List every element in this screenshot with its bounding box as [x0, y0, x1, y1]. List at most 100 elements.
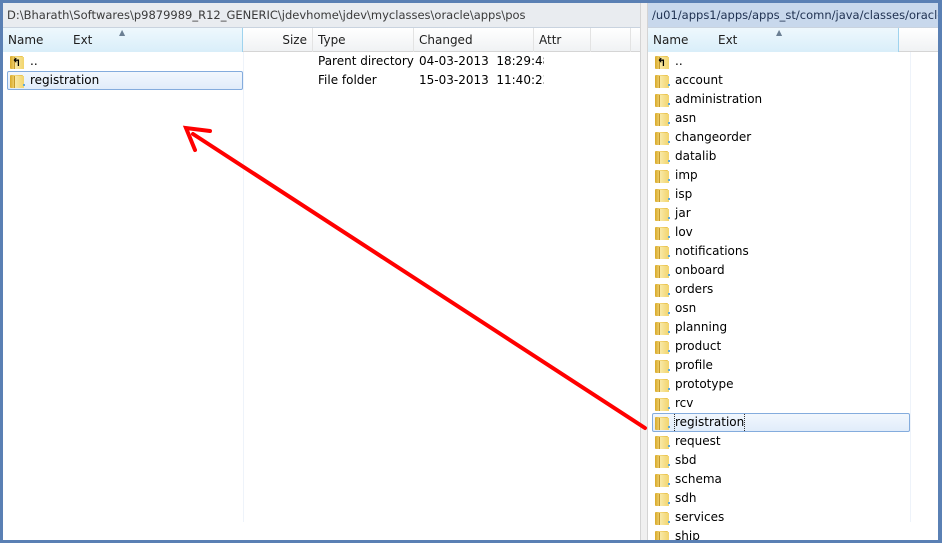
column-ext-label[interactable]: Ext — [73, 28, 92, 52]
list-item-registration[interactable]: registration File folder 15-03-2013 11:4… — [3, 71, 640, 90]
folder-icon — [654, 282, 670, 298]
file-name: rcv — [675, 396, 694, 410]
file-name: schema — [675, 472, 722, 486]
file-name: .. — [30, 54, 38, 68]
file-name: jar — [675, 206, 691, 220]
file-size — [243, 52, 313, 71]
file-name: .. — [675, 54, 683, 68]
list-item-product[interactable]: product — [648, 337, 938, 356]
remote-file-list[interactable]: ↰.. account administration asn changeorder da… — [648, 52, 938, 540]
remote-pane: /u01/apps1/apps/apps_st/comn/java/classe… — [648, 3, 938, 540]
list-item-parent[interactable]: ↰.. — [648, 52, 938, 71]
folder-icon — [654, 510, 670, 526]
remote-path-bar[interactable]: /u01/apps1/apps/apps_st/comn/java/classe… — [648, 3, 938, 28]
column-ext-label[interactable]: Ext — [718, 28, 737, 52]
list-item-prototype[interactable]: prototype — [648, 375, 938, 394]
file-name: sdh — [675, 491, 697, 505]
list-item-changeorder[interactable]: changeorder — [648, 128, 938, 147]
folder-icon — [654, 111, 670, 127]
file-name: prototype — [675, 377, 734, 391]
list-item-osn[interactable]: osn — [648, 299, 938, 318]
file-name: account — [675, 73, 723, 87]
folder-icon — [654, 339, 670, 355]
folder-icon — [654, 472, 670, 488]
list-item-sdh[interactable]: sdh — [648, 489, 938, 508]
list-item-jar[interactable]: jar — [648, 204, 938, 223]
folder-icon — [654, 358, 670, 374]
list-item-account[interactable]: account — [648, 71, 938, 90]
folder-icon — [654, 529, 670, 540]
folder-icon — [654, 453, 670, 469]
local-pane: D:\Bharath\Softwares\p9879989_R12_GENERI… — [3, 3, 640, 540]
list-item-lov[interactable]: lov — [648, 223, 938, 242]
column-filler — [591, 28, 631, 52]
file-name: ship — [675, 529, 700, 540]
list-item-services[interactable]: services — [648, 508, 938, 527]
file-name: osn — [675, 301, 697, 315]
folder-icon — [654, 149, 670, 165]
folder-icon — [654, 73, 670, 89]
folder-icon — [654, 415, 670, 431]
column-attr[interactable]: Attr — [534, 28, 591, 52]
file-type: Parent directory — [318, 54, 414, 68]
file-changed: 15-03-2013 11:40:23 — [419, 73, 544, 87]
list-item-isp[interactable]: isp — [648, 185, 938, 204]
folder-icon — [654, 491, 670, 507]
list-item-datalib[interactable]: datalib — [648, 147, 938, 166]
file-name: registration — [30, 73, 100, 87]
file-name: administration — [675, 92, 763, 106]
file-name: changeorder — [675, 130, 752, 144]
parent-folder-icon: ↰ — [9, 54, 25, 70]
list-item-profile[interactable]: profile — [648, 356, 938, 375]
list-item-sbd[interactable]: sbd — [648, 451, 938, 470]
list-item-request[interactable]: request — [648, 432, 938, 451]
file-size — [243, 71, 313, 90]
list-item-schema[interactable]: schema — [648, 470, 938, 489]
local-file-list[interactable]: ↰ .. Parent directory 04-03-2013 18:29:4… — [3, 52, 640, 522]
file-name: datalib — [675, 149, 717, 163]
file-changed: 04-03-2013 18:29:48 — [419, 54, 544, 68]
folder-icon — [654, 301, 670, 317]
pane-splitter[interactable] — [640, 3, 648, 540]
list-item-rcv[interactable]: rcv — [648, 394, 938, 413]
list-item-planning[interactable]: planning — [648, 318, 938, 337]
column-name-label: Name — [8, 33, 44, 47]
sort-ascending-icon: ▲ — [776, 28, 783, 37]
file-name: asn — [675, 111, 697, 125]
file-name: lov — [675, 225, 693, 239]
list-item-orders[interactable]: orders — [648, 280, 938, 299]
list-item-ship[interactable]: ship — [648, 527, 938, 540]
list-item-notifications[interactable]: notifications — [648, 242, 938, 261]
file-name: sbd — [675, 453, 697, 467]
folder-icon — [654, 92, 670, 108]
folder-icon — [654, 377, 670, 393]
file-name: imp — [675, 168, 698, 182]
list-item-registration[interactable]: registration — [648, 413, 938, 432]
column-separator — [243, 52, 244, 522]
sort-ascending-icon: ▲ — [119, 28, 126, 37]
column-name[interactable]: Name Ext ▲ — [648, 28, 900, 52]
list-item-imp[interactable]: imp — [648, 166, 938, 185]
list-item-parent[interactable]: ↰ .. Parent directory 04-03-2013 18:29:4… — [3, 52, 640, 71]
column-changed[interactable]: Changed — [414, 28, 534, 52]
file-name: orders — [675, 282, 714, 296]
column-filler — [899, 28, 938, 52]
folder-icon — [654, 320, 670, 336]
file-name: product — [675, 339, 722, 353]
local-path-bar[interactable]: D:\Bharath\Softwares\p9879989_R12_GENERI… — [3, 3, 640, 28]
folder-icon — [9, 73, 25, 89]
list-item-onboard[interactable]: onboard — [648, 261, 938, 280]
column-size[interactable]: Size — [243, 28, 313, 52]
file-type: File folder — [318, 73, 377, 87]
file-name: onboard — [675, 263, 725, 277]
list-item-asn[interactable]: asn — [648, 109, 938, 128]
local-column-header: Name Ext ▲ Size Type Changed Attr — [3, 28, 640, 52]
column-type[interactable]: Type — [313, 28, 414, 52]
column-name[interactable]: Name Ext ▲ — [3, 28, 243, 52]
list-item-administration[interactable]: administration — [648, 90, 938, 109]
file-name: services — [675, 510, 725, 524]
file-name: request — [675, 434, 721, 448]
folder-icon — [654, 187, 670, 203]
folder-icon — [654, 434, 670, 450]
file-name: isp — [675, 187, 693, 201]
